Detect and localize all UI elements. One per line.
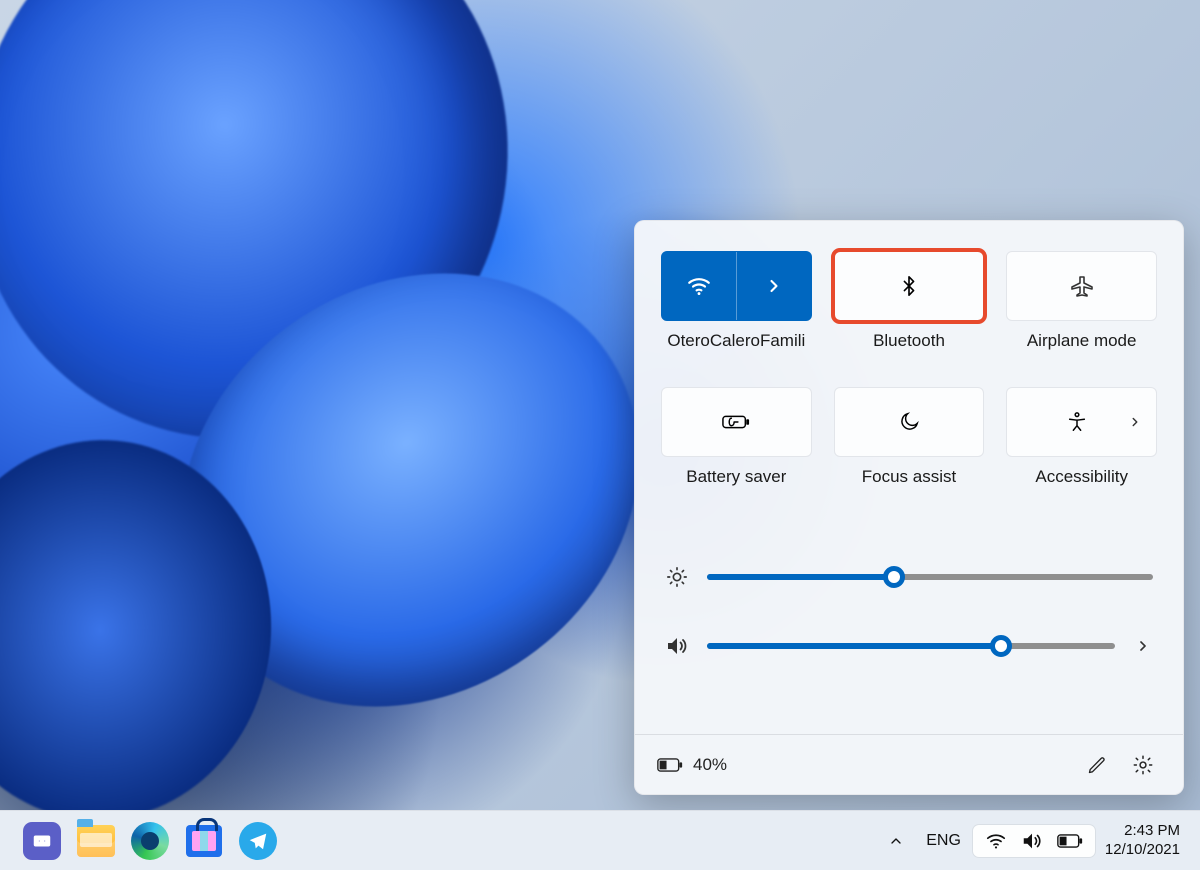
open-settings-button[interactable]: [1125, 747, 1161, 783]
pencil-icon: [1087, 755, 1107, 775]
taskbar-app-microsoft-store[interactable]: [180, 817, 228, 865]
taskbar-app-telegram[interactable]: [234, 817, 282, 865]
gear-icon: [1132, 754, 1154, 776]
bluetooth-toggle[interactable]: [834, 251, 985, 321]
moon-icon: [898, 411, 920, 433]
quick-settings-tiles: OteroCaleroFamili Bluetooth Airplane mod…: [635, 221, 1183, 520]
wifi-icon: [686, 273, 712, 299]
focus-assist-label: Focus assist: [862, 467, 956, 487]
battery-icon: [657, 757, 683, 773]
edge-icon: [131, 822, 169, 860]
edit-quick-settings-button[interactable]: [1079, 747, 1115, 783]
taskbar: ENG 2:43 PM 12/10/2021: [0, 810, 1200, 870]
chevron-up-icon: [888, 833, 904, 849]
wifi-toggle-main[interactable]: [662, 252, 736, 320]
taskbar-app-file-explorer[interactable]: [72, 817, 120, 865]
folder-icon: [77, 825, 115, 857]
taskbar-clock[interactable]: 2:43 PM 12/10/2021: [1097, 818, 1188, 864]
chevron-right-icon: [764, 276, 784, 296]
airplane-mode-label: Airplane mode: [1027, 331, 1137, 351]
taskbar-app-chat[interactable]: [18, 817, 66, 865]
airplane-mode-toggle[interactable]: [1006, 251, 1157, 321]
brightness-slider-row: [665, 566, 1153, 588]
focus-assist-toggle[interactable]: [834, 387, 985, 457]
accessibility-icon: [1066, 411, 1088, 433]
brightness-slider[interactable]: [707, 574, 1153, 580]
accessibility-toggle[interactable]: [1006, 387, 1157, 457]
store-icon: [186, 825, 222, 857]
quick-settings-footer: 40%: [635, 734, 1183, 794]
taskbar-app-edge[interactable]: [126, 817, 174, 865]
quick-settings-panel: OteroCaleroFamili Bluetooth Airplane mod…: [634, 220, 1184, 795]
speaker-icon: [1021, 830, 1043, 852]
volume-slider[interactable]: [707, 643, 1115, 649]
volume-slider-row: [665, 634, 1153, 658]
brightness-icon: [665, 566, 689, 588]
battery-saver-label: Battery saver: [686, 467, 786, 487]
chevron-right-icon: [1128, 415, 1142, 429]
battery-saver-icon: [722, 412, 750, 432]
speaker-icon: [665, 634, 689, 658]
telegram-icon: [239, 822, 277, 860]
language-indicator[interactable]: ENG: [916, 826, 971, 856]
chat-icon: [23, 822, 61, 860]
accessibility-label: Accessibility: [1035, 467, 1128, 487]
battery-saver-toggle[interactable]: [661, 387, 812, 457]
wifi-icon: [985, 830, 1007, 852]
battery-icon: [1057, 833, 1083, 849]
audio-output-expand-button[interactable]: [1133, 638, 1153, 654]
clock-time: 2:43 PM: [1105, 822, 1180, 841]
battery-percent-label: 40%: [693, 755, 727, 775]
wifi-label: OteroCaleroFamili: [667, 331, 805, 351]
tray-overflow-button[interactable]: [878, 827, 914, 855]
bluetooth-icon: [898, 275, 920, 297]
system-tray[interactable]: [973, 825, 1095, 857]
clock-date: 12/10/2021: [1105, 841, 1180, 860]
airplane-icon: [1070, 274, 1094, 298]
bluetooth-label: Bluetooth: [873, 331, 945, 351]
wifi-expand-button[interactable]: [737, 252, 811, 320]
wifi-toggle[interactable]: [661, 251, 812, 321]
